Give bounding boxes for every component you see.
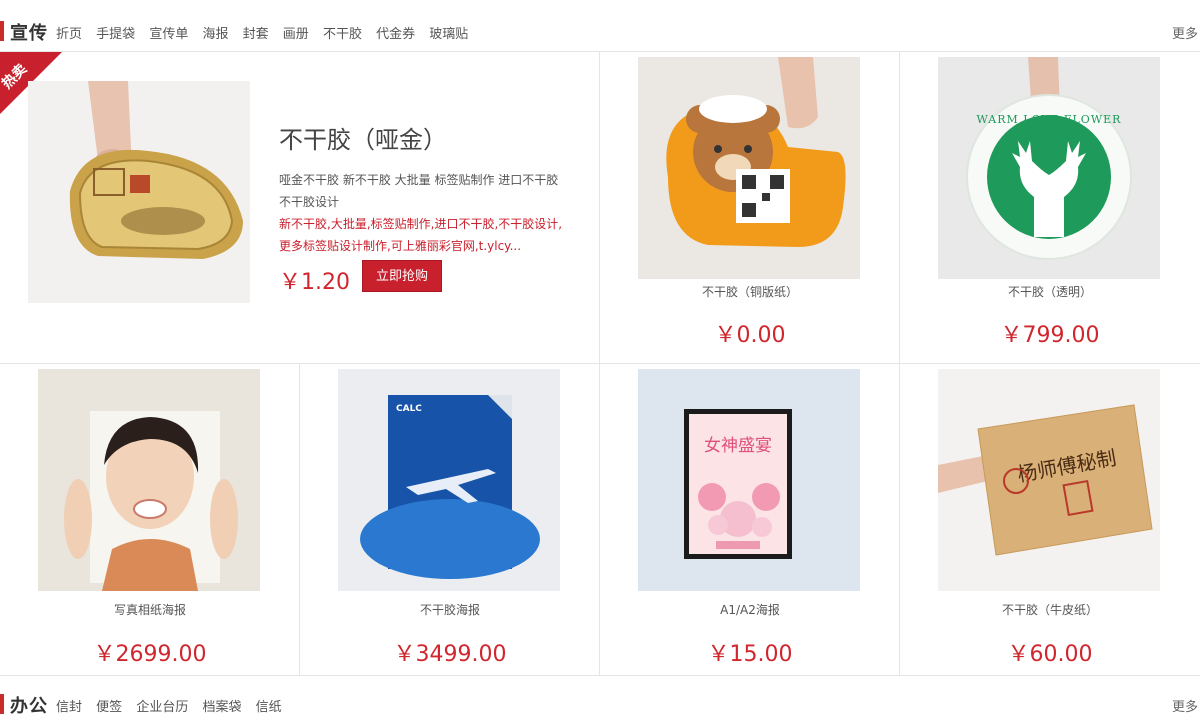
category-link-fengtao[interactable]: 封套 <box>243 27 269 42</box>
featured-promo-text: 新不干胶,大批量,标签贴制作,进口不干胶,不干胶设计,更多标签贴设计制作,可上雅… <box>279 217 563 253</box>
section-links: 信封 便签 企业台历 档案袋 信纸 <box>56 696 292 715</box>
product-card[interactable]: 女神盛宴 A1/A2海报 ￥15.00 <box>600 364 900 675</box>
product-price: ￥0.00 <box>714 323 786 348</box>
section-accent-bar <box>0 694 4 714</box>
category-link-shoutidai[interactable]: 手提袋 <box>96 27 135 42</box>
product-card[interactable]: WARM LOVE FLOWER 不干胶（透明） ￥799.00 <box>900 52 1200 363</box>
product-name[interactable]: A1/A2海报 <box>600 601 900 618</box>
more-link[interactable]: 更多 <box>1172 696 1198 715</box>
featured-title[interactable]: 不干胶（哑金） <box>279 120 447 155</box>
poster-title-text: 女神盛宴 <box>704 436 772 456</box>
more-link[interactable]: 更多 <box>1172 23 1198 42</box>
poster-logo-text: CALC <box>396 404 422 414</box>
featured-description: 哑金不干胶 新不干胶 大批量 标签贴制作 进口不干胶 不干胶设计 <box>279 173 559 209</box>
section-accent-bar <box>0 21 4 41</box>
section-header-office: 办公 信封 便签 企业台历 档案袋 信纸 更多 <box>0 676 1200 722</box>
product-price: ￥60.00 <box>1007 642 1093 667</box>
buy-now-button[interactable]: 立即抢购 <box>362 260 442 292</box>
product-grid: 热卖 不干胶（哑金） 哑金不干胶 新不干胶 大批量 标签贴制作 进口不干胶 不干… <box>0 52 1200 676</box>
product-name[interactable]: 不干胶（牛皮纸） <box>900 601 1200 618</box>
portrait-poster-image[interactable] <box>38 369 260 591</box>
category-link-xinzhi[interactable]: 信纸 <box>256 700 282 715</box>
section-title: 宣传 <box>10 23 48 44</box>
category-link-daijinquan[interactable]: 代金券 <box>376 27 415 42</box>
gold-sticker-image[interactable] <box>28 81 250 303</box>
category-link-zheye[interactable]: 折页 <box>56 27 82 42</box>
product-name[interactable]: 不干胶（透明） <box>900 283 1200 300</box>
category-link-xinfeng[interactable]: 信封 <box>56 700 82 715</box>
product-card[interactable]: CALC 不干胶海报 ￥3499.00 <box>300 364 600 675</box>
kraft-card-image[interactable]: 杨师傅秘制 <box>938 369 1160 591</box>
bear-sticker-image[interactable] <box>638 57 860 279</box>
featured-price: ￥1.20 <box>279 270 350 295</box>
product-price: ￥3499.00 <box>393 642 507 667</box>
product-card[interactable]: 杨师傅秘制 不干胶（牛皮纸） ￥60.00 <box>900 364 1200 675</box>
product-price: ￥799.00 <box>1000 323 1100 348</box>
category-link-danganda[interactable]: 档案袋 <box>202 700 241 715</box>
festival-poster-image[interactable]: 女神盛宴 <box>638 369 860 591</box>
airplane-poster-image[interactable]: CALC <box>338 369 560 591</box>
sticker-text: WARM LOVE FLOWER <box>977 113 1122 126</box>
section-header-promo: 宣传 折页 手提袋 宣传单 海报 封套 画册 不干胶 代金券 玻璃贴 更多 <box>0 0 1200 52</box>
category-link-taili[interactable]: 企业台历 <box>136 700 188 715</box>
product-name[interactable]: 写真相纸海报 <box>0 601 300 618</box>
product-name[interactable]: 不干胶海报 <box>300 601 600 618</box>
product-name[interactable]: 不干胶（铜版纸） <box>600 283 900 300</box>
category-link-bianqian[interactable]: 便签 <box>96 700 122 715</box>
category-link-huace[interactable]: 画册 <box>283 27 309 42</box>
product-card[interactable]: 不干胶（铜版纸） ￥0.00 <box>600 52 900 363</box>
category-link-haibao[interactable]: 海报 <box>202 27 228 42</box>
product-price: ￥2699.00 <box>93 642 207 667</box>
category-link-xuanchuandan[interactable]: 宣传单 <box>149 27 188 42</box>
product-card[interactable]: 写真相纸海报 ￥2699.00 <box>0 364 300 675</box>
section-title: 办公 <box>10 696 48 717</box>
section-links: 折页 手提袋 宣传单 海报 封套 画册 不干胶 代金券 玻璃贴 <box>56 23 478 42</box>
deer-sticker-image[interactable]: WARM LOVE FLOWER <box>938 57 1160 279</box>
product-price: ￥15.00 <box>707 642 793 667</box>
category-link-buganjiao[interactable]: 不干胶 <box>323 27 362 42</box>
category-link-bolitie[interactable]: 玻璃贴 <box>429 27 468 42</box>
featured-product[interactable]: 热卖 不干胶（哑金） 哑金不干胶 新不干胶 大批量 标签贴制作 进口不干胶 不干… <box>0 52 599 363</box>
